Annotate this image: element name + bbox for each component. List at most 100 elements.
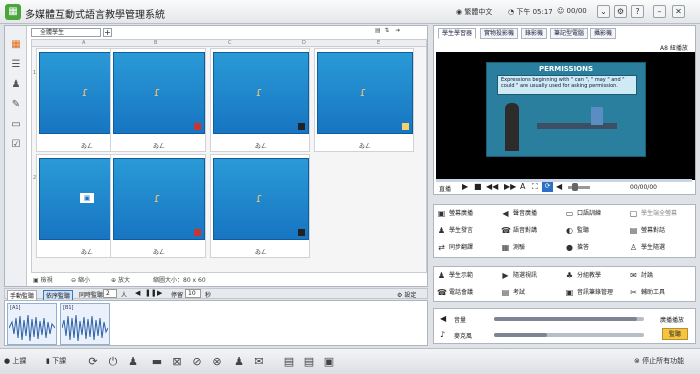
function-student-fullscreen[interactable]: ▢ 學生端全螢幕 [628, 208, 693, 220]
microphone-slider[interactable] [494, 333, 644, 337]
function-buzzer[interactable]: ● 搶答 [564, 242, 629, 254]
function-oral-training[interactable]: ▭ 口語訓練 [564, 208, 629, 220]
function-intercom[interactable]: ☎ 語音對講 [500, 225, 565, 237]
student-screen-thumbnail: ɾ [317, 52, 413, 134]
clock-time: 05:17 [532, 8, 553, 16]
function-group-teaching[interactable]: ♣ 分組教學 [564, 270, 629, 282]
student-cell[interactable]: ɾ ゐㄥ [314, 48, 414, 152]
student-cell[interactable]: ɾ ゐㄥ [210, 154, 310, 258]
fullscreen-icon[interactable]: ⛶ [532, 182, 538, 192]
minimize-button[interactable]: – [653, 5, 666, 18]
users-icon[interactable]: ♟ [9, 79, 23, 91]
function-exam[interactable]: ▤ 考試 [500, 287, 565, 299]
student-cell[interactable]: ɾ ゐㄥ [210, 48, 310, 152]
message-icon[interactable]: ✉ [252, 355, 266, 369]
function-quiz[interactable]: ▦ 測驗 [500, 242, 565, 254]
wave-thumbnail[interactable]: [B1] [60, 303, 110, 345]
stop-all-button[interactable]: ⊗ 停止所有功能 [634, 356, 684, 366]
function-audio-notes[interactable]: ▣ 音訊筆錄管理 [564, 287, 629, 299]
function-label: 螢幕對話 [641, 227, 666, 234]
thumbnail-size: 縮圖大小：80 x 60 [153, 277, 206, 284]
language-selector[interactable]: ◉ 繁體中文 [456, 7, 492, 17]
fullscreen-icon: ▢ [629, 209, 638, 218]
tab-laptop[interactable]: 筆記型電腦 [550, 28, 589, 39]
grid-status-bar: ▣ 檢視 ⊖ 縮小 ⊕ 放大 縮圖大小：80 x 60 [31, 273, 427, 284]
power-icon[interactable]: ⏻ [106, 355, 120, 369]
app-title: 多媒體互動式語言教學管理系統 [25, 10, 165, 21]
block-input-icon[interactable]: ⊗ [210, 355, 224, 369]
layout-icon[interactable]: ▤ [375, 27, 381, 34]
progress-bar[interactable] [436, 179, 692, 182]
view-toggle[interactable]: ▣ 檢視 [33, 275, 53, 284]
refresh-icon[interactable]: ⟳ [86, 355, 100, 369]
wave-thumbnail[interactable]: [A1] [7, 303, 57, 345]
settings-menu[interactable]: ⚙ 設定 [397, 290, 416, 299]
volume-label: 音量 [454, 317, 467, 324]
sheet-tab-all-students[interactable]: 全體學生 [31, 28, 101, 37]
function-screen-dialog[interactable]: ▤ 螢幕對話 [628, 225, 693, 237]
close-button[interactable]: ✕ [672, 5, 685, 18]
function-sync-translate[interactable]: ⇄ 同步翻譯 [436, 242, 501, 254]
tab-document-camera[interactable]: 實物投影機 [480, 28, 519, 39]
zoom-in-button[interactable]: ⊕ 放大 [111, 275, 130, 284]
function-student-demo[interactable]: ♟ 學生示範 [436, 270, 501, 282]
forward-icon[interactable]: ▶▶ [504, 182, 516, 191]
share-icon[interactable]: ▣ [322, 355, 336, 369]
user-settings-icon[interactable]: ♟ [232, 355, 246, 369]
function-audio-broadcast[interactable]: ◀ 聲音廣播 [500, 208, 565, 220]
function-tools[interactable]: ✂ 輔助工具 [628, 287, 693, 299]
microphone-icon: ♪ [440, 330, 446, 339]
function-random-pick[interactable]: ♙ 學生隨選 [628, 242, 693, 254]
tools-icon: ✂ [630, 288, 637, 297]
interval-input[interactable]: 2 [103, 289, 117, 298]
next-arrow-icon[interactable]: ➜ [395, 27, 400, 34]
function-video-on-demand[interactable]: ▶ 隨選視訊 [500, 270, 565, 282]
mute-students-icon[interactable]: ⊘ [190, 355, 204, 369]
function-student-speak[interactable]: ♟ 學生發言 [436, 225, 501, 237]
loop-icon[interactable]: ⟳ [542, 182, 553, 192]
screen-off-icon[interactable]: ⊠ [170, 355, 184, 369]
function-screen-broadcast[interactable]: ▣ 螢幕廣播 [436, 208, 501, 220]
video-display[interactable]: PERMISSIONS Expressions beginning with "… [436, 52, 695, 180]
function-discussion[interactable]: ✉ 討論 [628, 270, 693, 282]
student-cell[interactable]: ɾ ゐㄥ [110, 48, 206, 152]
chat-group-icon[interactable]: ▤ [302, 355, 316, 369]
rewind-icon[interactable]: ◀◀ [486, 182, 498, 191]
tab-recorder[interactable]: 錄影機 [521, 28, 548, 39]
figure-icon: ɾ [82, 85, 89, 99]
stay-input[interactable]: 10 [185, 289, 201, 298]
sort-icon[interactable]: ⇅ [385, 27, 390, 34]
pause-icon[interactable]: ❚❚ [145, 289, 157, 297]
help-button[interactable]: ? [631, 5, 644, 18]
zoom-out-button[interactable]: ⊖ 縮小 [71, 275, 90, 284]
speaker-icon[interactable]: ◀ [556, 182, 562, 191]
student-cell[interactable]: ɾ ゐㄥ [110, 154, 206, 258]
subtitle-icon[interactable]: A [520, 182, 525, 191]
play-icon[interactable]: ▶ [462, 182, 468, 191]
monitor-button[interactable]: 監聽 [662, 328, 688, 340]
next-icon[interactable]: ▶ [157, 289, 162, 297]
keyboard-icon[interactable]: ▭ [9, 119, 23, 131]
zoom-in-label: 放大 [117, 277, 130, 284]
chat-icon[interactable]: ▤ [282, 355, 296, 369]
function-monitor[interactable]: ◐ 監聽 [564, 225, 629, 237]
start-class-button[interactable]: ● 上課 [4, 356, 26, 366]
settings-button[interactable]: ⚙ [614, 5, 627, 18]
add-sheet-button[interactable]: + [103, 28, 112, 37]
volume-slider-thumb[interactable] [572, 183, 578, 191]
checklist-icon[interactable]: ☑ [9, 139, 23, 151]
tab-student-player[interactable]: 學生學習器 [438, 28, 477, 39]
prev-icon[interactable]: ◀ [135, 289, 140, 297]
stop-icon[interactable]: ■ [474, 182, 482, 191]
volume-slider[interactable] [494, 317, 644, 321]
grid-view-icon[interactable]: ▦ [9, 39, 23, 51]
user-lock-icon[interactable]: ♟ [126, 355, 140, 369]
edit-icon[interactable]: ✎ [9, 99, 23, 111]
end-class-button[interactable]: ▮ 下課 [46, 356, 66, 366]
function-phone-conference[interactable]: ☎ 電話會議 [436, 287, 501, 299]
tab-camera[interactable]: 攝影機 [590, 28, 617, 39]
list-view-icon[interactable]: ☰ [9, 59, 23, 71]
column-header-a: A [82, 40, 86, 46]
collapse-button[interactable]: ⌄ [597, 5, 610, 18]
screen-icon[interactable]: ▬ [150, 355, 164, 369]
